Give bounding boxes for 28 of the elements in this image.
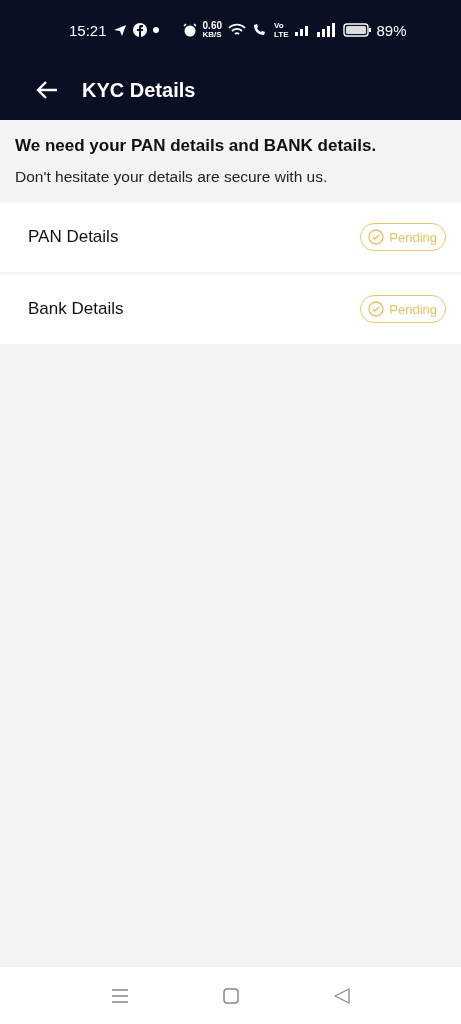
speed-value: 0.60 [202, 21, 222, 30]
signal-icon [316, 23, 337, 37]
send-icon [112, 23, 127, 37]
dot-icon [152, 27, 159, 33]
facebook-icon [132, 23, 147, 37]
intro-text: Don't hesitate your details are secure with us. [15, 168, 329, 186]
volte-label: LTE [274, 30, 289, 39]
kyc-item-label: PAN Details [28, 227, 119, 247]
kyc-item[interactable]: PAN Details Pending [0, 202, 461, 272]
clock: 15:21 [69, 21, 107, 39]
back-arrow-icon[interactable] [36, 81, 58, 99]
back-icon[interactable] [333, 987, 350, 1004]
battery-icon [342, 23, 371, 37]
wifi-icon [228, 23, 246, 37]
alarm-icon [182, 23, 197, 37]
page-title: KYC Details [82, 78, 196, 102]
speed-unit: KB/S [202, 29, 222, 39]
kyc-item[interactable]: Bank Details Pending [0, 274, 461, 344]
home-icon[interactable] [222, 987, 239, 1004]
menu-icon[interactable] [111, 987, 128, 1004]
call-icon [252, 23, 268, 37]
kyc-item-label: Bank Details [28, 299, 124, 319]
volte-label: Vo [274, 21, 285, 30]
check-circle-icon [368, 301, 385, 317]
intro-heading: We need your PAN details and BANK details. [15, 136, 378, 156]
battery-percentage: 89% [376, 21, 407, 39]
check-circle-icon [368, 229, 385, 245]
signal-icon [294, 24, 311, 36]
